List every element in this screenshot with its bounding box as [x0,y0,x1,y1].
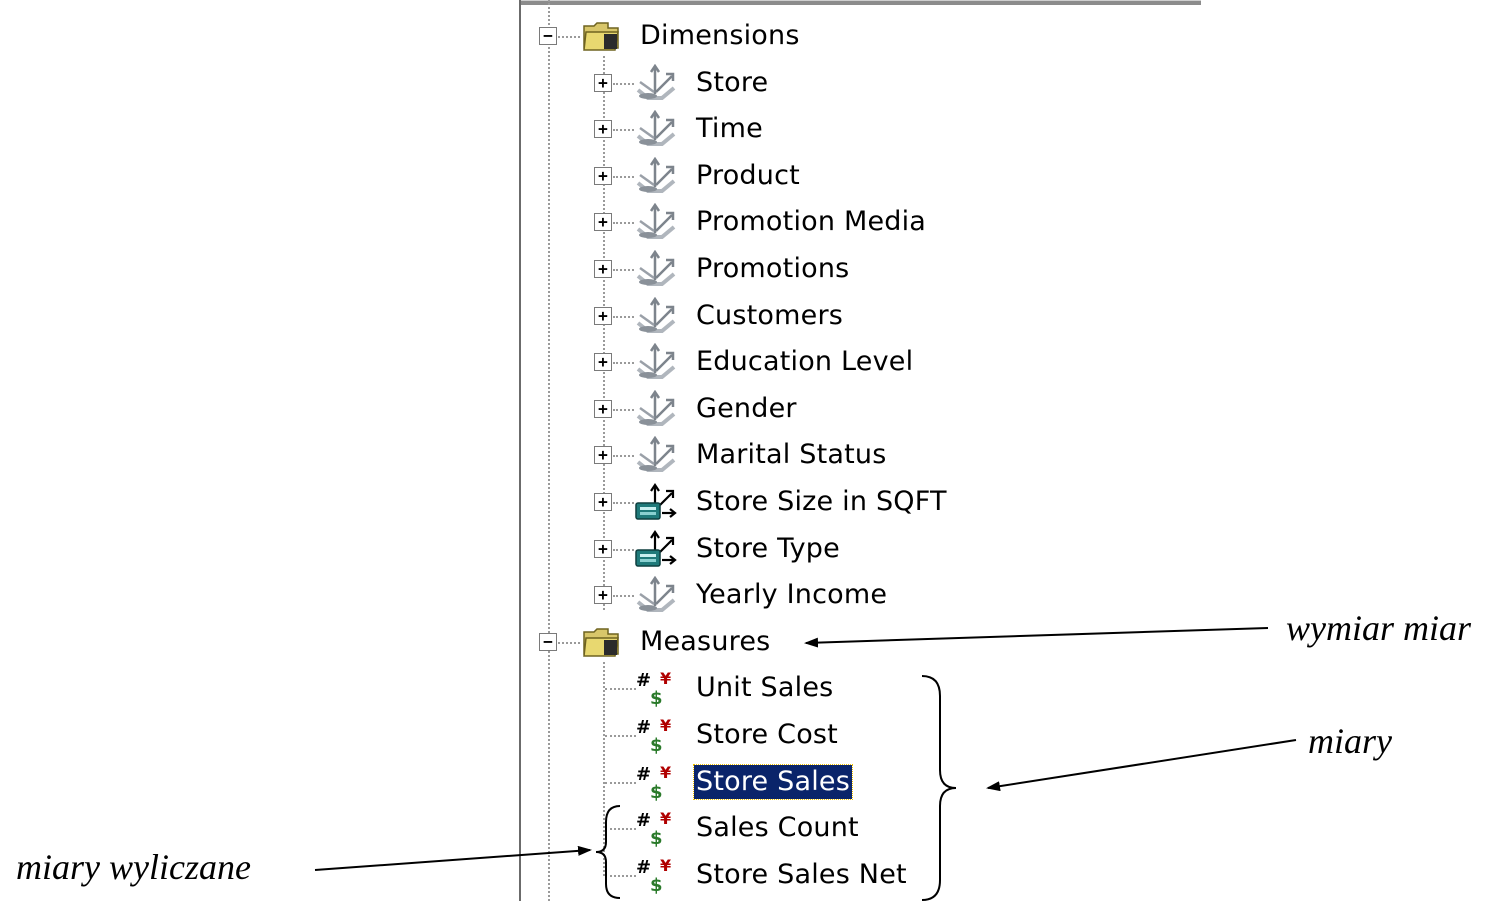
measure-icon: # $ ¥ [634,715,678,759]
tree-node-measures[interactable]: Measures [640,625,770,659]
tree-connector [613,595,634,598]
tree-node-dimension-customers[interactable]: Customers [696,299,843,333]
tree-connector [605,688,636,691]
tree-connector [613,129,634,132]
tree-node-measure-store-cost[interactable]: Store Cost [696,718,838,752]
svg-text:¥: ¥ [660,856,671,875]
tree-connector [613,315,634,318]
tree-node-measure-store-sales-net[interactable]: Store Sales Net [696,858,907,892]
svg-text:¥: ¥ [660,809,671,828]
tree-node-dimension-education-level[interactable]: Education Level [696,345,913,379]
tree-node-measure-store-sales[interactable]: Store Sales [692,763,854,800]
svg-text:¥: ¥ [660,716,671,735]
svg-text:#: # [636,670,651,691]
dimension-icon [634,156,678,199]
dimension-icon [634,63,678,106]
svg-text:#: # [636,810,651,831]
expand-toggle-promotion-media[interactable]: + [594,213,612,232]
dimension-icon [634,342,678,385]
expand-toggle-customers[interactable]: + [594,306,612,325]
dimension-icon [634,109,678,152]
svg-text:$: $ [650,782,663,802]
tree-connector [605,735,636,737]
expand-toggle-promotions[interactable]: + [594,260,612,278]
svg-text:$: $ [650,875,663,895]
tree-node-measure-sales-count[interactable]: Sales Count [696,811,859,845]
tree-connector [613,269,634,271]
tree-node-dimension-yearly-income[interactable]: Yearly Income [696,578,887,612]
svg-text:$: $ [650,828,663,848]
annotation-calculated-measures: miary wyliczane [16,847,251,887]
tree-connector [605,874,636,877]
folder-open-icon [582,626,620,662]
root-tree-line [548,0,550,901]
expand-toggle-store[interactable]: + [594,73,612,92]
expand-toggle-yearly-income[interactable]: + [594,586,612,605]
folder-open-icon [582,20,620,56]
svg-text:$: $ [650,735,663,755]
expand-toggle-marital-status[interactable]: + [594,446,612,465]
tree-connector [558,641,580,644]
expand-toggle-product[interactable]: + [594,166,612,185]
virtual-dimension-icon [634,529,678,572]
dimension-icon [634,389,678,432]
dimension-icon [634,575,678,618]
tree-connector [613,175,634,178]
tree-node-measure-unit-sales[interactable]: Unit Sales [696,671,833,705]
tree-connector [613,362,634,365]
tree-connector [613,548,634,551]
svg-text:¥: ¥ [660,763,671,782]
tree-node-dimension-store[interactable]: Store [696,66,768,100]
tree-node-dimension-promotions[interactable]: Promotions [696,252,849,286]
tree-node-dimension-time[interactable]: Time [696,112,763,146]
tree-connector [613,222,634,225]
tree-connector [613,408,634,411]
tree-node-dimension-store-size-in-sqft[interactable]: Store Size in SQFT [696,485,947,519]
expand-toggle-gender[interactable]: + [594,399,612,418]
dimensions-tree-line [603,56,605,610]
tree-connector [605,828,636,831]
virtual-dimension-icon [634,483,678,525]
annotation-measures-dimension: wymiar miar [1286,608,1472,648]
dimension-icon [634,203,678,245]
dimensions-collapse-toggle[interactable]: − [539,27,557,45]
panel-left-edge [519,0,521,901]
dimension-icon [634,296,678,339]
measure-icon: # $ ¥ [634,668,678,712]
tree-node-dimensions[interactable]: Dimensions [640,19,800,53]
tree-node-dimension-gender[interactable]: Gender [696,392,797,426]
tree-connector [613,502,634,504]
tree-node-dimension-product[interactable]: Product [696,159,800,193]
tree-node-dimension-store-type[interactable]: Store Type [696,532,840,566]
panel-top-edge [519,0,1201,5]
svg-text:#: # [636,857,651,878]
tree-connector [605,781,636,784]
annotation-measures: miary [1308,721,1392,761]
tree-connector [558,36,580,38]
tree-node-dimension-marital-status[interactable]: Marital Status [696,438,887,472]
svg-text:#: # [636,717,651,738]
svg-text:¥: ¥ [660,669,671,688]
expand-toggle-education-level[interactable]: + [594,353,612,372]
measures-collapse-toggle[interactable]: − [539,632,557,651]
dimension-icon [634,249,678,292]
expand-toggle-store-type[interactable]: + [594,539,612,558]
svg-text:$: $ [650,688,663,708]
tree-connector [613,455,634,458]
tree-connector [613,82,634,85]
measures-tree-line [603,662,605,876]
expand-toggle-time[interactable]: + [594,120,612,139]
measure-icon: # $ ¥ [634,808,678,852]
measure-icon: # $ ¥ [634,762,678,806]
svg-text:#: # [636,764,651,785]
measure-icon: # $ ¥ [634,855,678,899]
tree-node-dimension-promotion-media[interactable]: Promotion Media [696,205,926,239]
expand-toggle-store-size-in-sqft[interactable]: + [594,493,612,511]
dimension-icon [634,436,678,478]
